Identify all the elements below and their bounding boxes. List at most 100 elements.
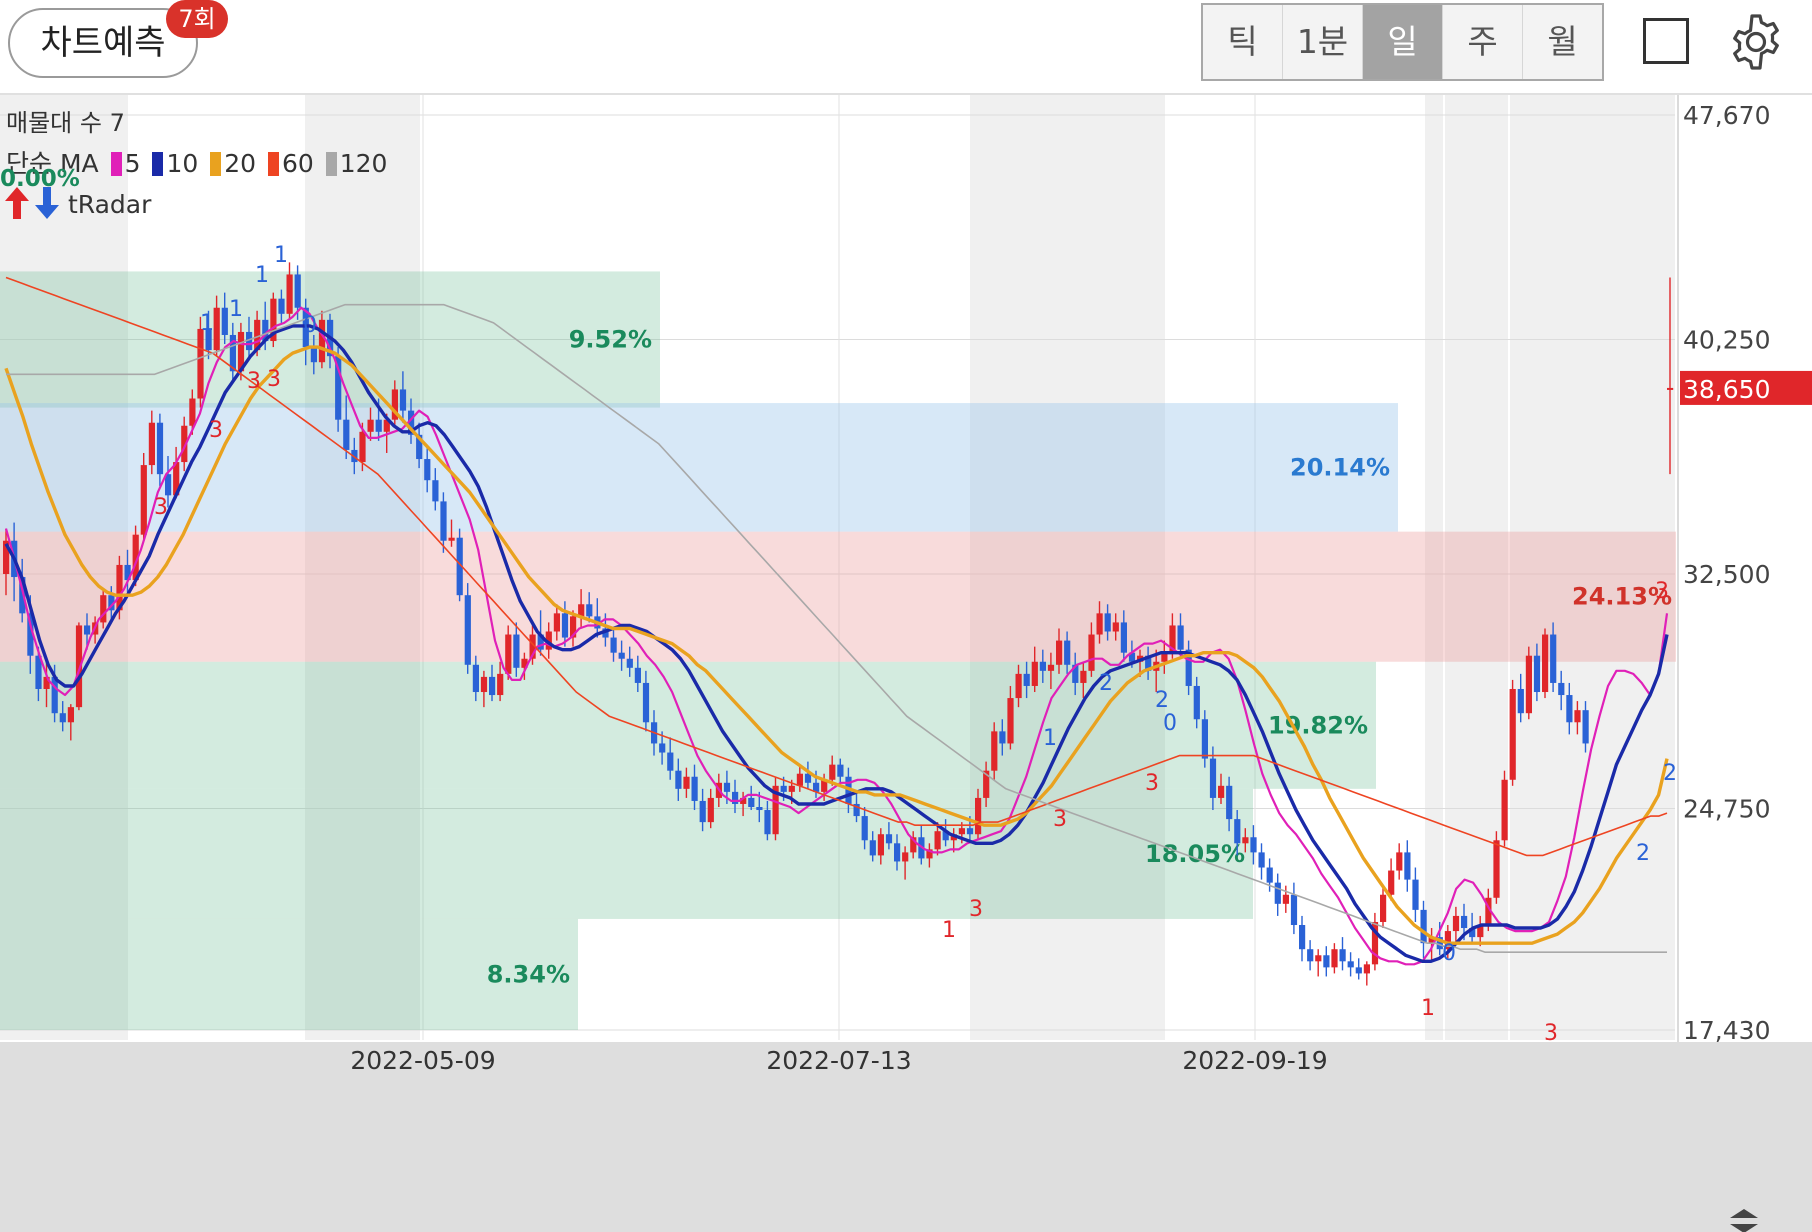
signal-marker: 3 bbox=[154, 495, 168, 520]
candle-body bbox=[691, 776, 698, 801]
candle-body bbox=[67, 707, 74, 723]
volume-zone-label: 9.52% bbox=[569, 326, 652, 354]
candle-body bbox=[1404, 852, 1411, 880]
candle-body bbox=[756, 806, 763, 811]
candle-body bbox=[480, 676, 488, 693]
candle-body bbox=[464, 595, 471, 665]
candle-body bbox=[1056, 640, 1063, 665]
candle-body bbox=[1420, 909, 1427, 944]
candle-body bbox=[902, 852, 909, 862]
candle-body bbox=[1299, 925, 1306, 950]
candle-body bbox=[1266, 867, 1273, 883]
date-tick-label: 2022-05-09 bbox=[350, 1046, 495, 1075]
candle-body bbox=[1542, 634, 1549, 693]
signal-marker: 1 bbox=[1043, 726, 1057, 751]
candle-body bbox=[1396, 852, 1403, 871]
candle-body bbox=[156, 422, 164, 475]
candle-body bbox=[1015, 673, 1022, 699]
candle-body bbox=[869, 840, 876, 856]
candle-body bbox=[1347, 961, 1354, 968]
candle-body bbox=[1517, 688, 1524, 714]
candle-body bbox=[1388, 870, 1395, 895]
volume-zone-label: 19.82% bbox=[1268, 711, 1368, 739]
candle-body bbox=[626, 658, 633, 668]
candle-body bbox=[642, 682, 650, 723]
candle-body bbox=[367, 419, 374, 432]
candle-body bbox=[1558, 682, 1565, 696]
ma5-swatch bbox=[110, 152, 122, 176]
candle-body bbox=[472, 664, 479, 693]
signal-marker: 3 bbox=[1053, 807, 1067, 832]
candle-body bbox=[1193, 685, 1200, 720]
candle-body bbox=[683, 776, 690, 789]
candle-body bbox=[1234, 819, 1241, 844]
candle-body bbox=[894, 843, 901, 862]
candle-body bbox=[1104, 613, 1111, 632]
signal-marker: 1 bbox=[200, 311, 214, 336]
candle-body bbox=[1493, 840, 1500, 898]
candle-body bbox=[723, 782, 731, 792]
ma20-swatch bbox=[210, 152, 222, 176]
volume-zone bbox=[0, 531, 1676, 662]
candle-body bbox=[1339, 949, 1346, 962]
candle-body bbox=[286, 274, 293, 314]
ma60-swatch bbox=[267, 152, 279, 176]
signal-marker: 3 bbox=[209, 418, 223, 443]
candle-body bbox=[1226, 785, 1233, 820]
candle-body bbox=[1023, 673, 1030, 686]
chart-canvas: 9.52%20.14%24.13%19.82%18.05%8.34%111103… bbox=[0, 95, 1812, 1232]
candle-body bbox=[861, 816, 868, 841]
period-month-button[interactable]: 월 bbox=[1523, 5, 1602, 79]
candle-body bbox=[1323, 955, 1330, 968]
candle-body bbox=[1039, 661, 1046, 671]
candle-body bbox=[278, 298, 285, 314]
candle-body bbox=[1290, 894, 1298, 926]
candle-body bbox=[1096, 613, 1103, 635]
candle-body bbox=[84, 625, 91, 635]
candle-body bbox=[399, 389, 407, 411]
gear-icon[interactable] bbox=[1727, 13, 1785, 71]
ma20-label: 20 bbox=[224, 149, 257, 178]
candle-body bbox=[610, 637, 617, 653]
candle-body bbox=[148, 422, 155, 466]
volume-profile-label: 매물대 수 7 bbox=[6, 109, 125, 137]
chart-predict-label: 차트예측 bbox=[40, 23, 166, 63]
period-minute-button[interactable]: 1분 bbox=[1283, 5, 1363, 79]
volume-zone-label: 8.34% bbox=[487, 960, 570, 988]
candle-body bbox=[1412, 879, 1419, 910]
candle-body bbox=[732, 791, 739, 804]
signal-marker: 2 bbox=[1663, 761, 1677, 786]
candlestick-chart[interactable]: 9.52% 20.14% 24.13% 19.82% 18.05% 8.34% 1 1 1 1 0 3… bbox=[0, 95, 1812, 1232]
period-day-button[interactable]: 일 bbox=[1363, 5, 1443, 79]
candle-body bbox=[140, 465, 147, 535]
candle-body bbox=[999, 731, 1006, 744]
candle-body bbox=[1031, 661, 1038, 686]
candle-body bbox=[1525, 655, 1532, 714]
candle-body bbox=[1452, 915, 1460, 932]
predict-count-badge: 7회 bbox=[166, 0, 228, 38]
signal-marker: 3 bbox=[969, 897, 983, 922]
candle-body bbox=[553, 613, 560, 632]
period-week-button[interactable]: 주 bbox=[1443, 5, 1523, 79]
candle-body bbox=[497, 673, 504, 696]
signal-marker: 0 bbox=[1442, 941, 1456, 966]
candle-body bbox=[1582, 710, 1589, 744]
candle-body bbox=[424, 459, 431, 481]
ma120-label: 120 bbox=[339, 149, 388, 178]
signal-marker: 3 bbox=[1655, 579, 1669, 604]
date-tick-label: 2022-09-19 bbox=[1182, 1046, 1327, 1075]
period-tick-button[interactable]: 틱 bbox=[1203, 5, 1283, 79]
candle-body bbox=[189, 398, 196, 426]
candle-body bbox=[586, 604, 593, 617]
candle-body bbox=[221, 307, 228, 335]
candle-body bbox=[489, 676, 496, 696]
candle-body bbox=[1533, 655, 1541, 693]
square-icon[interactable] bbox=[1643, 18, 1689, 64]
candle-body bbox=[1007, 698, 1014, 744]
candle-body bbox=[1331, 949, 1338, 968]
signal-marker: 3 bbox=[267, 367, 281, 392]
candle-body bbox=[1201, 719, 1208, 759]
candle-body bbox=[618, 652, 625, 659]
candle-body bbox=[1461, 915, 1468, 929]
up-down-arrows-icon bbox=[0, 185, 60, 227]
